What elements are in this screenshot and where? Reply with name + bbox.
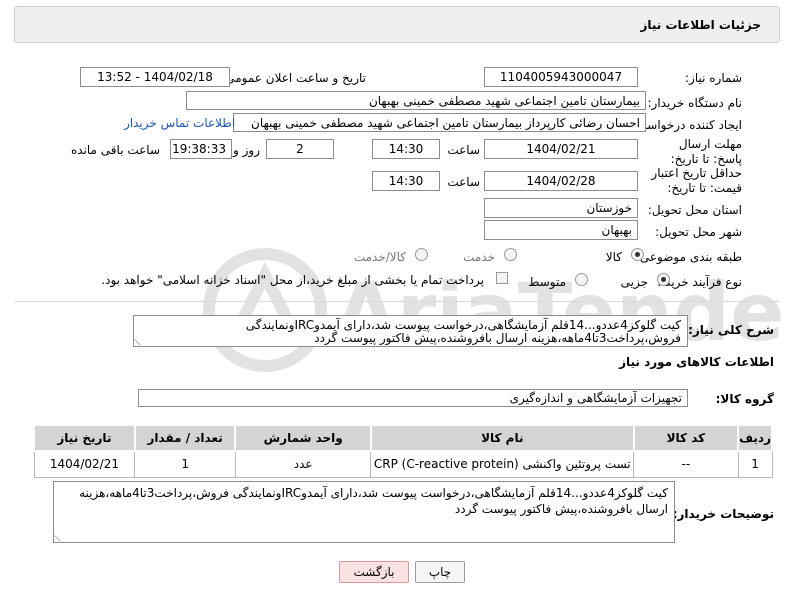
delivery-city-field: بهبهان — [484, 220, 638, 240]
category-service-label: خدمت — [463, 250, 495, 264]
delivery-city-label: شهر محل تحویل: — [655, 225, 742, 239]
validity-time-label: ساعت — [447, 175, 480, 189]
need-number-label: شماره نیاز: — [685, 71, 742, 85]
col-qty-header: تعداد / مقدار — [133, 424, 237, 452]
goods-info-title: اطلاعات کالاهای مورد نیاز — [619, 355, 774, 369]
buyer-org-label: نام دستگاه خریدار: — [647, 96, 743, 110]
category-goods-radio[interactable] — [631, 248, 644, 261]
process-partial-radio[interactable] — [657, 273, 670, 286]
buyer-notes-label: توضیحات خریدار: — [672, 507, 774, 521]
print-button[interactable]: چاپ — [415, 561, 465, 583]
cell-row: 1 — [737, 450, 773, 478]
col-unit-header: واحد شمارش — [234, 424, 372, 452]
process-medium-label: متوسط — [528, 275, 566, 289]
category-goods-label: کالا — [605, 250, 622, 264]
goods-group-field: تجهیزات آزمایشگاهی و اندازه‌گیری — [138, 389, 688, 407]
validity-date-field: 1404/02/28 — [484, 171, 638, 191]
cell-name: تست پروتئین واکنشی (CRP (C-reactive prot… — [370, 450, 635, 478]
cell-date: 1404/02/21 — [33, 450, 136, 478]
delivery-province-label: استان محل تحویل: — [647, 203, 742, 217]
reply-time-field: 14:30 — [372, 139, 440, 159]
requester-label: ایجاد کننده درخواست: — [631, 118, 742, 132]
page-title: جزئیات اطلاعات نیاز — [640, 18, 761, 32]
treasury-note: پرداخت تمام یا بخشی از مبلغ خرید،از محل … — [101, 273, 484, 287]
back-button[interactable]: بازگشت — [339, 561, 409, 583]
need-number-field: 1104005943000047 — [484, 67, 638, 87]
description-label: شرح کلی نیاز: — [688, 323, 774, 337]
category-label: طبقه بندی موضوعی: — [635, 250, 742, 264]
category-service-radio[interactable] — [504, 248, 517, 261]
reply-date-field: 1404/02/21 — [484, 139, 638, 159]
reply-remaining-field: 19:38:33 — [170, 139, 232, 159]
table-header-row: ردیف کد کالا نام کالا واحد شمارش تعداد /… — [33, 424, 773, 452]
cell-unit: عدد — [234, 450, 372, 478]
price-validity-label: حداقل تاریخ اعتبار قیمت: تا تاریخ: — [651, 166, 742, 195]
reply-deadline-label: مهلت ارسال پاسخ: تا تاریخ: — [670, 137, 742, 166]
cell-qty: 1 — [134, 450, 236, 478]
day-and-label: روز و — [233, 143, 260, 157]
announce-datetime-field: 1404/02/18 - 13:52 — [80, 67, 230, 87]
buyer-contact-link[interactable]: اطلاعات تماس خریدار — [124, 116, 235, 130]
remaining-label: ساعت باقی مانده — [70, 143, 160, 157]
col-row-header: ردیف — [737, 424, 773, 452]
treasury-checkbox[interactable] — [496, 272, 508, 284]
items-table: ردیف کد کالا نام کالا واحد شمارش تعداد /… — [33, 424, 773, 478]
purchase-process-label: نوع فرآیند خرید : — [657, 275, 742, 289]
col-code-header: کد کالا — [632, 424, 740, 452]
description-text: کیت گلوکز4عددو...14قلم آزمایشگاهی،درخواس… — [245, 318, 681, 345]
validity-time-field: 14:30 — [372, 171, 440, 191]
goods-group-label: گروه کالا: — [715, 392, 774, 406]
buyer-org-field: بیمارستان تامین اجتماعی شهید مصطفی خمینی… — [186, 91, 646, 110]
resize-handle[interactable] — [134, 334, 146, 346]
divider — [14, 301, 780, 302]
announce-datetime-label: تاریخ و ساعت اعلان عمومی: — [221, 71, 366, 85]
delivery-province-field: خوزستان — [484, 198, 638, 218]
description-textarea[interactable]: کیت گلوکز4عددو...14قلم آزمایشگاهی،درخواس… — [133, 315, 688, 347]
reply-days-field: 2 — [266, 139, 334, 159]
requester-field: احسان رضائی کارپرداز بیمارستان تامین اجت… — [233, 113, 646, 132]
category-goods-service-label: کالا/خدمت — [353, 250, 406, 264]
reply-time-label: ساعت — [447, 143, 480, 157]
category-goods-service-radio[interactable] — [415, 248, 428, 261]
resize-handle[interactable] — [54, 530, 66, 542]
cell-code: -- — [633, 450, 739, 478]
col-date-header: تاریخ نیاز — [33, 424, 136, 452]
page-header: جزئیات اطلاعات نیاز — [14, 6, 780, 43]
col-name-header: نام کالا — [369, 424, 635, 452]
buyer-notes-text: کیت گلوکز4عددو...14قلم آزمایشگاهی،درخواس… — [79, 486, 668, 516]
table-row[interactable]: 1 -- تست پروتئین واکنشی (CRP (C-reactive… — [33, 450, 773, 478]
buyer-notes-textarea[interactable]: کیت گلوکز4عددو...14قلم آزمایشگاهی،درخواس… — [53, 481, 675, 543]
process-partial-label: جزیی — [620, 275, 648, 289]
process-medium-radio[interactable] — [575, 273, 588, 286]
